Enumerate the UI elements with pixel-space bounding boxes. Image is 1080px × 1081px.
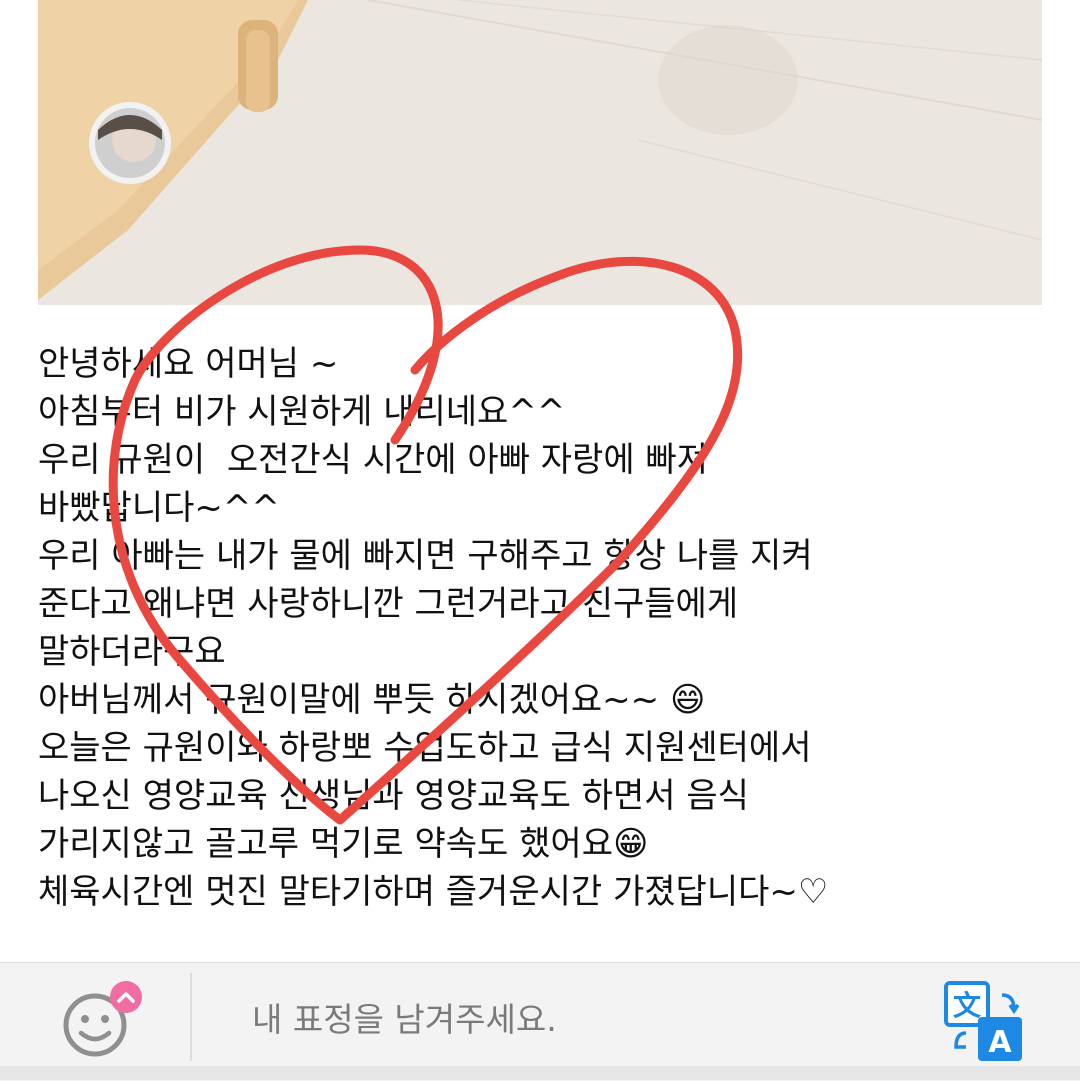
message-line: 오늘은 규원이와 하랑뽀 수업도하고 급식 지원센터에서 [38,728,812,768]
nav-edge [0,1066,1080,1080]
reaction-bar: 文 A [0,962,1080,1081]
message-line: 아버님께서 규원이말에 뿌듯 하시겠어요~~ 😄 [38,680,706,720]
svg-text:文: 文 [953,989,981,1022]
message-line: 우리 아빠는 내가 물에 빠지면 구해주고 항상 나를 지켜 [38,536,813,576]
smiley-icon [63,981,142,1057]
post-photo[interactable] [38,0,1042,305]
message-line: 나오신 영양교육 선생님과 영양교육도 하면서 음식 [38,776,749,816]
translate-icon: 文 A [944,981,1022,1061]
message-line: 가리지않고 골고루 먹기로 약속도 했어요😁 [38,824,649,864]
message-line: 바빴답니다~^^ [38,488,280,528]
reaction-input[interactable] [250,993,874,1045]
emoji-button[interactable] [60,981,142,1059]
photo-scene [38,0,1042,305]
message-line: 체육시간엔 멋진 말타기하며 즐거운시간 가졌답니다~♡ [38,872,829,912]
message-line: 준다고 왜냐면 사랑하니깐 그런거라고 친구들에게 [38,584,739,624]
divider [190,973,192,1061]
message-line: 말하더라구요 [38,632,226,672]
message-line: 안녕하세요 어머님 ~ [38,344,339,384]
message-body: 안녕하세요 어머님 ~ 아침부터 비가 시원하게 내리네요^^ 우리 규원이 오… [38,340,1038,916]
message-line: 우리 규원이 오전간식 시간에 아빠 자랑에 빠져 [38,440,708,480]
translate-button[interactable]: 文 A [944,981,1026,1063]
message-line: 아침부터 비가 시원하게 내리네요^^ [38,392,566,432]
svg-text:A: A [988,1025,1012,1060]
